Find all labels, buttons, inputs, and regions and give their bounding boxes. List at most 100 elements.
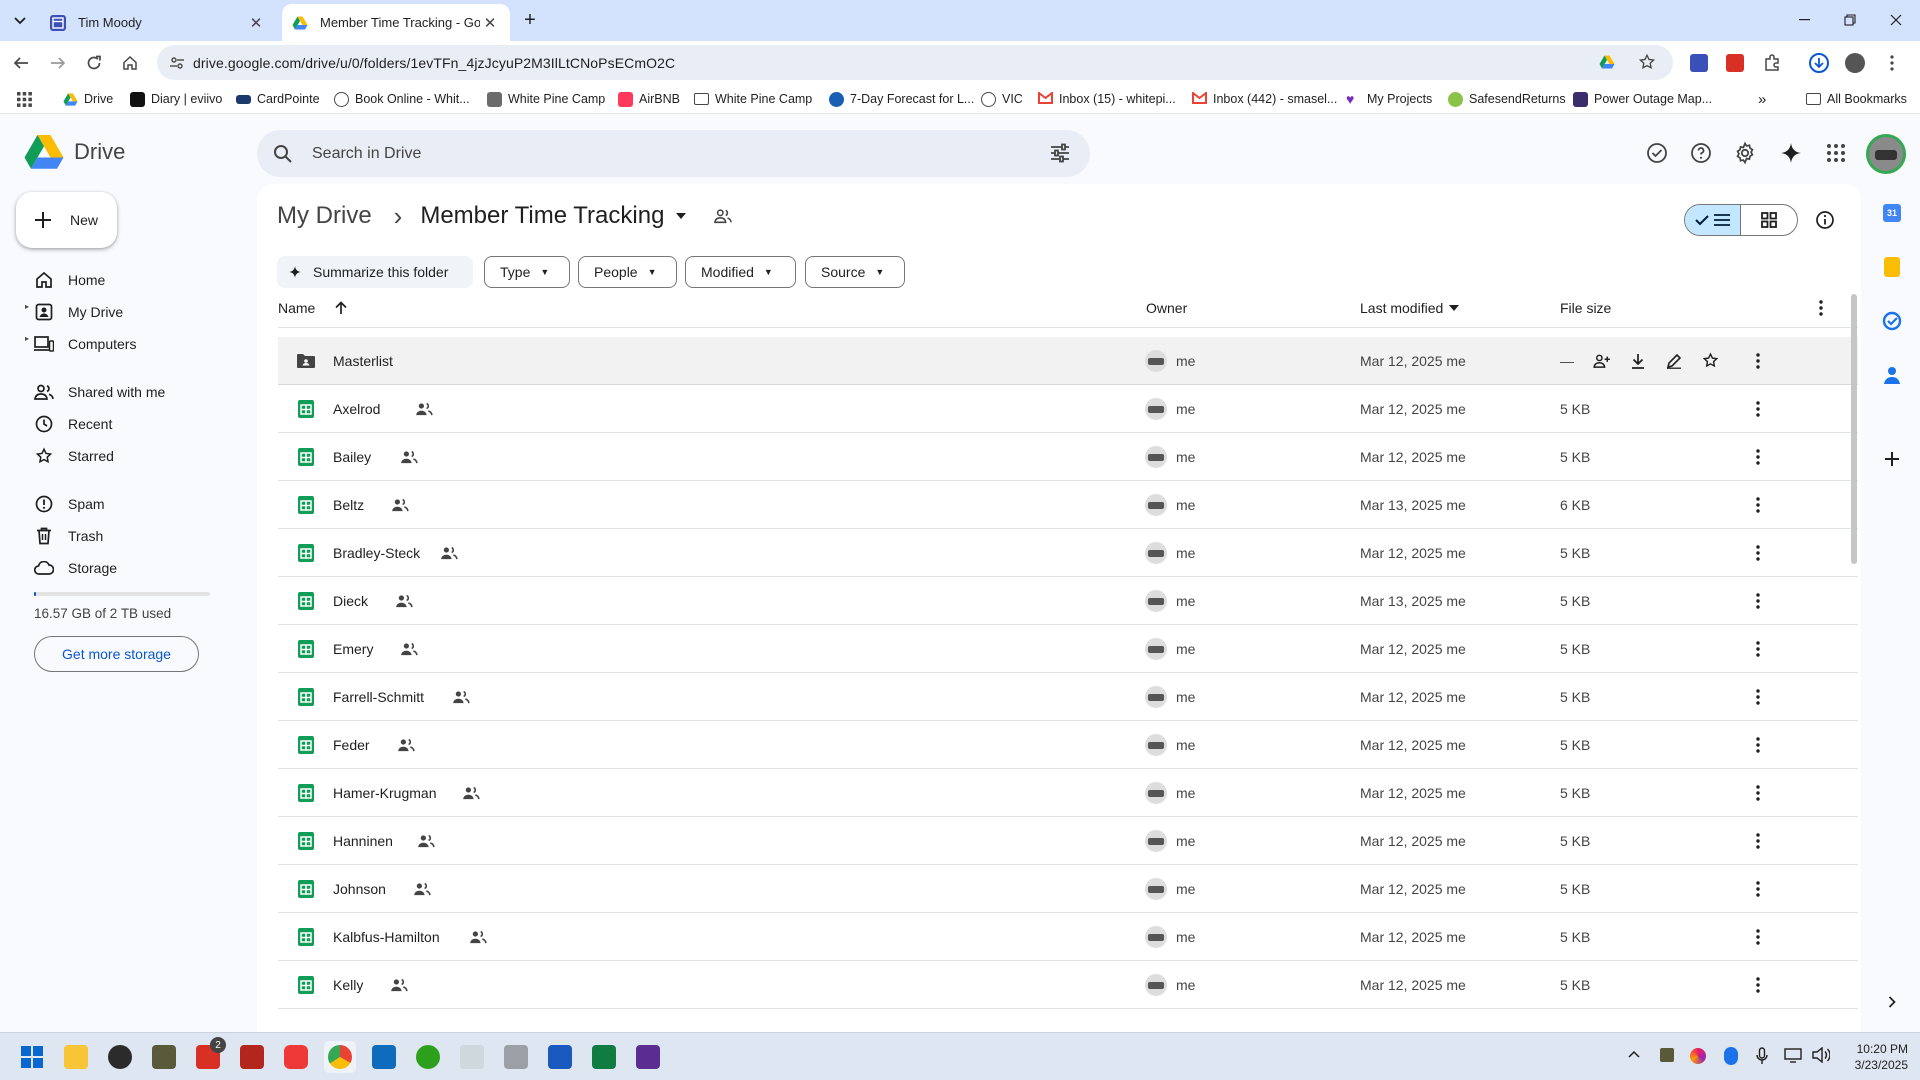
reload-icon[interactable] — [78, 47, 110, 79]
search-box[interactable]: Search in Drive — [257, 130, 1090, 177]
download-icon[interactable] — [1803, 47, 1835, 79]
new-button[interactable]: New — [16, 192, 117, 248]
more-actions-icon[interactable] — [1746, 925, 1770, 949]
more-actions-icon[interactable] — [1746, 493, 1770, 517]
sidebar-item-computers[interactable]: Computers — [14, 328, 246, 360]
extension-red-icon[interactable] — [1719, 47, 1751, 79]
contacts-addon-icon[interactable] — [1880, 363, 1904, 387]
table-row[interactable]: Beltz me Mar 13, 2025 me 6 KB — [278, 481, 1858, 529]
app-icon-7[interactable] — [632, 1041, 664, 1073]
more-actions-icon[interactable] — [1746, 781, 1770, 805]
close-window-icon[interactable] — [1873, 0, 1919, 40]
bookmark-power-outage[interactable]: Power Outage Map... — [1573, 89, 1712, 109]
table-row[interactable]: Masterlist me Mar 12, 2025 me — — [278, 337, 1858, 385]
download-icon[interactable] — [1626, 349, 1650, 373]
extension-icon[interactable] — [1683, 47, 1715, 79]
extensions-puzzle-icon[interactable] — [1756, 47, 1788, 79]
file-name[interactable]: Dieck — [333, 593, 368, 609]
app-icon-5[interactable] — [456, 1041, 488, 1073]
more-actions-icon[interactable] — [1746, 397, 1770, 421]
bookmark-cardpointe[interactable]: CardPointe — [236, 89, 320, 109]
bookmark-white-pine-camp-folder[interactable]: White Pine Camp — [694, 89, 812, 109]
file-explorer-icon[interactable] — [60, 1041, 92, 1073]
file-name[interactable]: Farrell-Schmitt — [333, 689, 424, 705]
summarize-folder-button[interactable]: Summarize this folder — [277, 256, 473, 288]
tab-member-time-tracking[interactable]: Member Time Tracking - Googl ✕ — [282, 4, 510, 41]
more-actions-icon[interactable] — [1746, 445, 1770, 469]
filter-modified-chip[interactable]: Modified ▼ — [685, 256, 796, 288]
all-bookmarks[interactable]: All Bookmarks — [1806, 89, 1907, 109]
file-name[interactable]: Bradley-Steck — [333, 545, 420, 561]
file-name[interactable]: Hamer-Krugman — [333, 785, 436, 801]
tray-color-icon[interactable] — [1690, 1048, 1706, 1064]
bookmark-airbnb[interactable]: AirBNB — [618, 89, 680, 109]
sidebar-item-recent[interactable]: Recent — [14, 408, 246, 440]
bookmark-vic[interactable]: VIC — [981, 89, 1023, 109]
table-row[interactable]: Bailey me Mar 12, 2025 me 5 KB — [278, 433, 1858, 481]
back-icon[interactable] — [5, 47, 37, 79]
sidebar-item-storage[interactable]: Storage — [14, 552, 246, 584]
details-info-icon[interactable] — [1815, 210, 1835, 230]
bookmark-star-icon[interactable] — [1638, 53, 1656, 71]
sidebar-item-home[interactable]: Home — [14, 264, 246, 296]
close-tab-icon[interactable]: ✕ — [480, 13, 500, 33]
network-icon[interactable] — [1784, 1047, 1802, 1063]
list-view-button[interactable] — [1685, 205, 1741, 235]
more-actions-icon[interactable] — [1746, 541, 1770, 565]
more-actions-icon[interactable] — [1746, 637, 1770, 661]
file-name[interactable]: Johnson — [333, 881, 386, 897]
table-row[interactable]: Dieck me Mar 13, 2025 me 5 KB — [278, 577, 1858, 625]
more-actions-icon[interactable] — [1746, 589, 1770, 613]
minimize-window-icon[interactable] — [1781, 0, 1827, 40]
help-icon[interactable] — [1689, 141, 1713, 165]
breadcrumb-my-drive[interactable]: My Drive — [277, 202, 372, 230]
drive-logo[interactable]: Drive — [24, 134, 125, 170]
app-icon-4[interactable] — [236, 1041, 268, 1073]
table-row[interactable]: Farrell-Schmitt me Mar 12, 2025 me 5 KB — [278, 673, 1858, 721]
account-avatar[interactable] — [1866, 134, 1906, 174]
windows-start-icon[interactable] — [16, 1041, 48, 1073]
tab-tim-moody[interactable]: Tim Moody ✕ — [40, 4, 276, 41]
search-input[interactable]: Search in Drive — [312, 145, 421, 163]
column-header-owner[interactable]: Owner — [1146, 300, 1187, 316]
volume-icon[interactable] — [1812, 1047, 1830, 1063]
more-actions-icon[interactable] — [1746, 733, 1770, 757]
more-actions-icon[interactable] — [1746, 829, 1770, 853]
home-icon[interactable] — [114, 47, 146, 79]
search-options-icon[interactable] — [1050, 143, 1070, 163]
table-row[interactable]: Axelrod me Mar 12, 2025 me 5 KB — [278, 385, 1858, 433]
app-icon-2[interactable] — [148, 1041, 180, 1073]
bookmark-book-online[interactable]: Book Online - Whit... — [334, 89, 470, 109]
table-row[interactable]: Johnson me Mar 12, 2025 me 5 KB — [278, 865, 1858, 913]
sidebar-item-starred[interactable]: Starred — [14, 440, 246, 472]
filter-type-chip[interactable]: Type ▼ — [484, 256, 570, 288]
excel-icon[interactable] — [588, 1041, 620, 1073]
file-name[interactable]: Emery — [333, 641, 373, 657]
scrollbar-thumb[interactable] — [1851, 294, 1857, 564]
sort-dropdown-icon[interactable] — [1449, 305, 1460, 311]
search-icon[interactable] — [273, 144, 293, 164]
more-actions-icon[interactable] — [1746, 877, 1770, 901]
table-row[interactable]: Bradley-Steck me Mar 12, 2025 me 5 KB — [278, 529, 1858, 577]
sidebar-item-trash[interactable]: Trash — [14, 520, 246, 552]
quickbooks-icon[interactable] — [412, 1041, 444, 1073]
expand-panel-chevron-icon[interactable] — [1880, 990, 1904, 1014]
more-actions-icon[interactable] — [1746, 349, 1770, 373]
file-name[interactable]: Axelrod — [333, 401, 380, 417]
sidebar-item-shared[interactable]: Shared with me — [14, 376, 246, 408]
file-name[interactable]: Masterlist — [333, 353, 393, 369]
address-bar[interactable]: drive.google.com/drive/u/0/folders/1evTF… — [157, 45, 1673, 80]
column-options-icon[interactable] — [1813, 298, 1829, 318]
apps-grid-icon[interactable] — [17, 89, 32, 109]
file-name[interactable]: Kelly — [333, 977, 363, 993]
tray-app-icon[interactable] — [1660, 1048, 1674, 1062]
get-more-storage-button[interactable]: Get more storage — [34, 636, 199, 672]
gemini-sparkle-icon[interactable] — [1779, 141, 1803, 165]
bookmark-white-pine-camp[interactable]: White Pine Camp — [487, 89, 605, 109]
add-addon-icon[interactable] — [1880, 447, 1904, 471]
site-info-icon[interactable] — [169, 55, 185, 71]
restore-window-icon[interactable] — [1827, 0, 1873, 40]
filter-people-chip[interactable]: People ▼ — [578, 256, 677, 288]
table-row[interactable]: Kelly me Mar 12, 2025 me 5 KB — [278, 961, 1858, 1009]
chrome-icon[interactable] — [324, 1041, 356, 1073]
